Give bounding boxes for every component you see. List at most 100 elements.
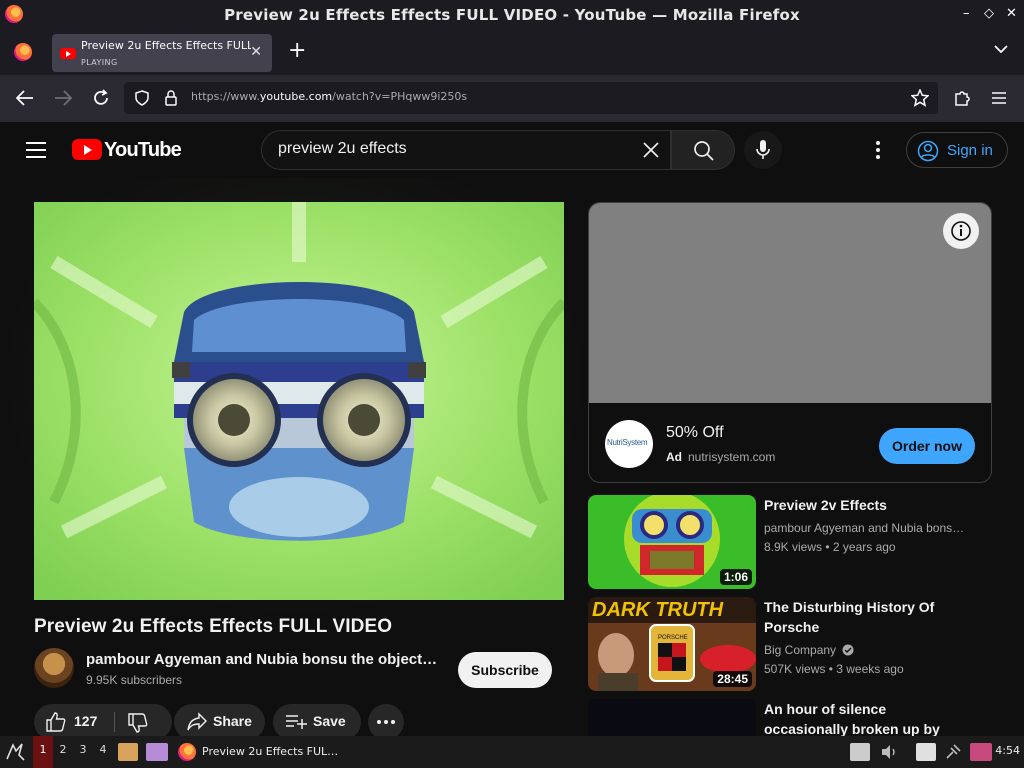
channel-name[interactable]: pambour Agyeman and Nubia bonsu the obje… — [86, 651, 436, 668]
list-all-tabs-icon[interactable] — [994, 42, 1008, 56]
firefox-view-icon[interactable] — [14, 43, 32, 61]
clipboard-tray-icon[interactable] — [916, 743, 936, 761]
minimize-button[interactable]: – — [963, 6, 970, 21]
ad-info-button[interactable] — [943, 213, 979, 249]
sign-in-label: Sign in — [947, 142, 993, 159]
secure-lock-icon[interactable] — [164, 90, 178, 106]
address-bar[interactable]: https://www.youtube.com/watch?v=PHqww9i2… — [124, 82, 938, 114]
reload-icon[interactable] — [92, 89, 110, 107]
more-horizontal-icon — [377, 720, 395, 724]
thumbnail-badge-text: PORSCHE — [658, 635, 688, 641]
like-dislike-group: 127 — [34, 704, 172, 740]
nutrisystem-logo[interactable]: NutriSystem — [605, 420, 653, 468]
like-count[interactable]: 127 — [74, 713, 97, 729]
tracking-protection-shield-icon[interactable] — [134, 90, 150, 106]
settings-kebab-icon[interactable] — [869, 139, 887, 161]
share-button[interactable]: Share — [174, 704, 265, 740]
ad-sponsor-line: Ad nutrisystem.com — [666, 450, 775, 464]
video-meta: 8.9K views • 2 years ago — [764, 540, 896, 554]
tab-close-icon[interactable]: ✕ — [250, 44, 262, 60]
channel-name-row[interactable]: Big Company — [764, 643, 854, 657]
new-tab-button[interactable]: + — [288, 38, 306, 63]
video-frame-image — [34, 202, 564, 600]
recommendation-item[interactable]: An hour of silence occasionally broken u… — [588, 699, 992, 736]
thumbs-down-icon[interactable] — [127, 712, 149, 734]
network-plug-icon[interactable] — [944, 743, 962, 761]
ad-headline[interactable]: 50% Off — [666, 424, 724, 442]
verified-check-icon — [842, 644, 854, 656]
maximize-button[interactable]: ◇ — [984, 6, 994, 21]
notes-tray-icon[interactable] — [850, 743, 870, 761]
like-divider — [114, 712, 115, 732]
order-now-button[interactable]: Order now — [879, 428, 975, 464]
video-title-link[interactable]: An hour of silence occasionally broken u… — [764, 699, 974, 736]
taskbar-firefox-window[interactable]: Preview 2u Effects FUL… — [176, 740, 376, 764]
share-label: Share — [213, 713, 252, 729]
channel-name: Big Company — [764, 643, 837, 657]
voice-search-button[interactable] — [744, 131, 782, 169]
tab-strip: Preview 2u Effects Effects FULL VIDEO PL… — [0, 30, 1024, 75]
search-button[interactable] — [671, 130, 735, 170]
ad-badge: Ad — [666, 450, 682, 464]
video-title-link[interactable]: The Disturbing History Of Porsche — [764, 597, 974, 637]
workspace-2[interactable]: 2 — [53, 736, 73, 768]
desktop-taskbar: 1 2 3 4 Preview 2u Effects FUL… 4:54 — [0, 736, 1024, 768]
subscribe-button[interactable]: Subscribe — [458, 652, 552, 688]
video-meta: 507K views • 3 weeks ago — [764, 662, 904, 676]
window-manager-icon[interactable] — [146, 743, 168, 761]
back-arrow-icon[interactable] — [16, 90, 34, 106]
navigation-toolbar: https://www.youtube.com/watch?v=PHqww9i2… — [0, 75, 1024, 122]
video-thumbnail[interactable]: DARK TRUTH PORSCHE 28:45 — [588, 597, 756, 691]
tab-playing-status: PLAYING — [81, 58, 118, 67]
sign-in-button[interactable]: Sign in — [906, 132, 1008, 168]
app-tray-icon[interactable] — [970, 743, 992, 761]
extensions-puzzle-icon[interactable] — [953, 89, 971, 107]
microphone-icon — [756, 140, 770, 159]
save-label: Save — [313, 713, 346, 729]
youtube-logo-text: YouTube — [104, 139, 182, 161]
file-manager-icon[interactable] — [118, 743, 138, 761]
youtube-favicon-icon — [60, 48, 76, 59]
workspace-3[interactable]: 3 — [73, 736, 93, 768]
volume-icon[interactable] — [880, 744, 898, 760]
start-menu-icon[interactable] — [4, 741, 26, 763]
video-title-link[interactable]: Preview 2v Effects — [764, 495, 974, 515]
url-text[interactable]: https://www.youtube.com/watch?v=PHqww9i2… — [191, 90, 467, 103]
search-input[interactable] — [278, 140, 618, 158]
close-window-button[interactable]: ✕ — [1006, 6, 1017, 21]
search-icon — [694, 141, 714, 161]
bookmark-star-icon[interactable] — [911, 89, 929, 107]
clear-search-icon[interactable] — [640, 139, 662, 161]
channel-name[interactable]: pambour Agyeman and Nubia bons… — [764, 521, 964, 535]
save-button[interactable]: Save — [273, 704, 361, 740]
firefox-taskbar-icon — [178, 743, 196, 761]
taskbar-task-title: Preview 2u Effects FUL… — [202, 745, 339, 758]
video-title: Preview 2u Effects Effects FULL VIDEO — [34, 616, 393, 637]
ad-domain: nutrisystem.com — [688, 450, 776, 464]
youtube-play-logo-icon — [72, 139, 102, 160]
video-duration: 1:06 — [719, 569, 752, 585]
search-box — [261, 130, 671, 170]
window-titlebar: Preview 2u Effects Effects FULL VIDEO - … — [0, 0, 1024, 30]
more-actions-button[interactable] — [368, 704, 404, 740]
video-thumbnail[interactable] — [588, 699, 756, 736]
forward-arrow-icon[interactable] — [54, 90, 72, 106]
workspace-4[interactable]: 4 — [93, 736, 113, 768]
thumbnail-caption: DARK TRUTH — [592, 599, 724, 621]
thumbs-up-icon[interactable] — [45, 711, 67, 733]
video-player[interactable] — [34, 202, 564, 600]
video-thumbnail[interactable]: 1:06 — [588, 495, 756, 589]
app-menu-icon[interactable] — [991, 91, 1007, 105]
browser-tab[interactable]: Preview 2u Effects Effects FULL VIDEO PL… — [52, 34, 272, 72]
ad-media-placeholder[interactable] — [589, 203, 991, 403]
workspace-1[interactable]: 1 — [33, 736, 53, 768]
youtube-masthead: YouTube Sign in — [0, 122, 1024, 178]
channel-avatar[interactable] — [34, 648, 74, 688]
save-playlist-add-icon — [286, 715, 307, 729]
ad-card[interactable]: NutriSystem 50% Off Ad nutrisystem.com Or… — [588, 202, 992, 483]
tab-title: Preview 2u Effects Effects FULL VIDEO — [81, 39, 251, 52]
recommendation-item[interactable]: 1:06 Preview 2v Effects pambour Agyeman … — [588, 495, 992, 589]
guide-menu-icon[interactable] — [26, 142, 46, 158]
video-duration: 28:45 — [713, 671, 752, 687]
recommendation-item[interactable]: DARK TRUTH PORSCHE 28:45 The Disturbing … — [588, 597, 992, 691]
